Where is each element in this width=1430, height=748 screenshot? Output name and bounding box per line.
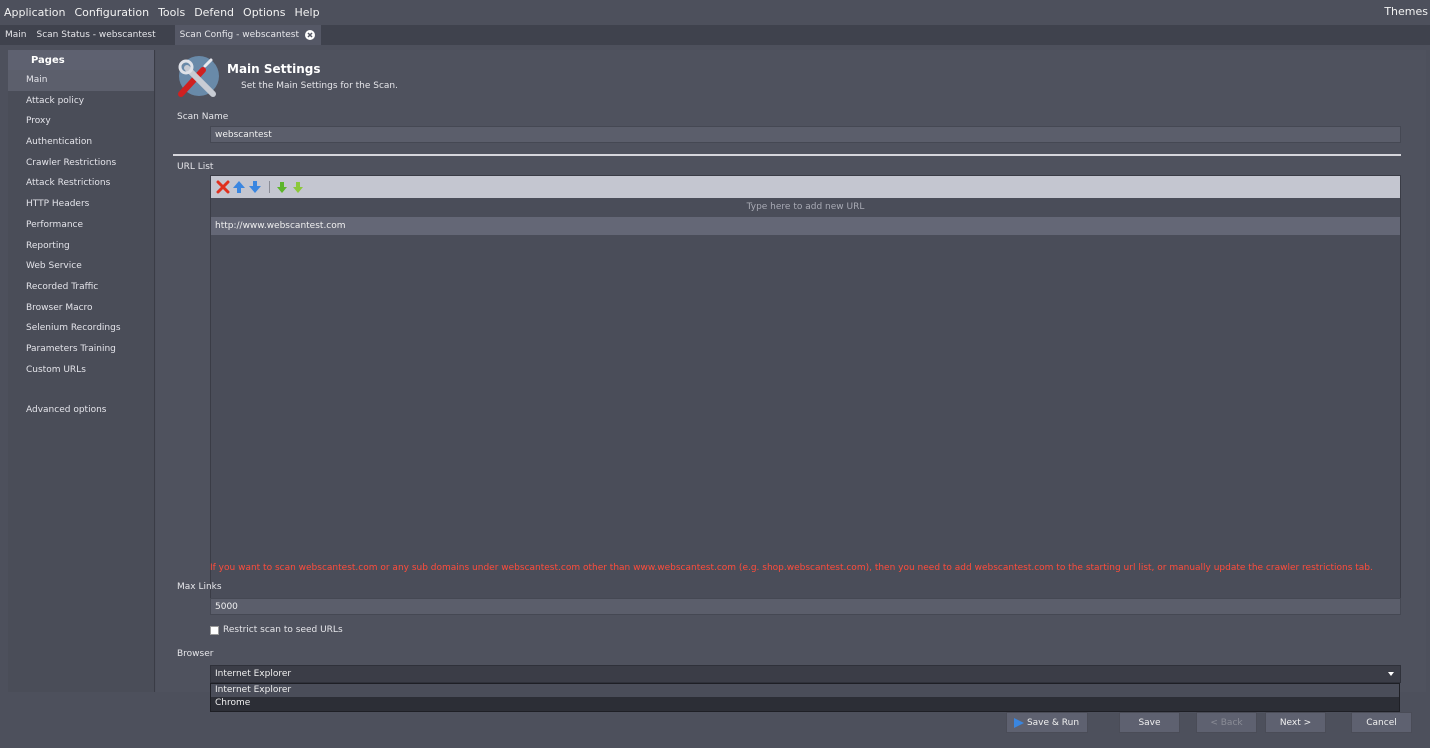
wrench-screwdriver-icon bbox=[173, 54, 221, 100]
delete-icon[interactable] bbox=[216, 180, 230, 194]
pages-sidebar: Pages Main Attack policy Proxy Authentic… bbox=[8, 50, 155, 692]
crawler-warning: If you want to scan webscantest.com or a… bbox=[210, 563, 1373, 573]
tab-strip: Main Scan Status - webscantest Scan Conf… bbox=[0, 25, 1430, 45]
sidebar-item-authentication[interactable]: Authentication bbox=[8, 132, 154, 153]
play-icon bbox=[1013, 717, 1025, 729]
move-down-icon[interactable] bbox=[248, 180, 262, 194]
save-button[interactable]: Save bbox=[1119, 712, 1180, 733]
cancel-button[interactable]: Cancel bbox=[1351, 712, 1412, 733]
import-icon[interactable] bbox=[275, 180, 289, 194]
menu-application[interactable]: Application bbox=[4, 6, 65, 19]
browser-selected-value: Internet Explorer bbox=[215, 669, 292, 679]
browser-select[interactable]: Internet Explorer bbox=[210, 665, 1401, 683]
url-list-toolbar bbox=[211, 176, 1400, 198]
sidebar-item-custom-urls[interactable]: Custom URLs bbox=[8, 360, 154, 381]
page-title: Main Settings bbox=[227, 62, 321, 76]
move-up-icon[interactable] bbox=[232, 180, 246, 194]
back-button[interactable]: < Back bbox=[1196, 712, 1257, 733]
sidebar-item-advanced-options[interactable]: Advanced options bbox=[8, 400, 154, 421]
next-button[interactable]: Next > bbox=[1265, 712, 1326, 733]
save-run-label: Save & Run bbox=[1026, 717, 1080, 728]
sidebar-item-selenium-recordings[interactable]: Selenium Recordings bbox=[8, 318, 154, 339]
divider bbox=[173, 154, 1401, 156]
sidebar-item-main[interactable]: Main bbox=[8, 70, 154, 91]
sidebar-item-performance[interactable]: Performance bbox=[8, 215, 154, 236]
max-links-label: Max Links bbox=[177, 582, 222, 592]
page-subtitle: Set the Main Settings for the Scan. bbox=[241, 81, 398, 91]
themes-menu[interactable]: Themes bbox=[1384, 5, 1428, 18]
restrict-scan-checkbox[interactable] bbox=[210, 625, 219, 635]
menu-help[interactable]: Help bbox=[294, 6, 319, 19]
tab-label: Scan Status - webscantest bbox=[36, 30, 156, 40]
sidebar-item-browser-macro[interactable]: Browser Macro bbox=[8, 298, 154, 319]
menu-bar: Application Configuration Tools Defend O… bbox=[0, 0, 1430, 24]
sidebar-item-parameters-training[interactable]: Parameters Training bbox=[8, 339, 154, 360]
scan-name-input[interactable]: webscantest bbox=[210, 126, 1401, 143]
sidebar-item-web-service[interactable]: Web Service bbox=[8, 256, 154, 277]
url-list-box: Type here to add new URL http://www.webs… bbox=[210, 175, 1401, 611]
tab-label: Scan Config - webscantest bbox=[179, 30, 299, 40]
sidebar-item-crawler-restrictions[interactable]: Crawler Restrictions bbox=[8, 153, 154, 174]
browser-label: Browser bbox=[177, 649, 214, 659]
sidebar-item-attack-policy[interactable]: Attack policy bbox=[8, 91, 154, 112]
sidebar-item-http-headers[interactable]: HTTP Headers bbox=[8, 194, 154, 215]
toolbar-separator bbox=[269, 181, 270, 193]
restrict-scan-label: Restrict scan to seed URLs bbox=[223, 625, 343, 635]
menu-defend[interactable]: Defend bbox=[194, 6, 234, 19]
new-url-input[interactable]: Type here to add new URL bbox=[211, 198, 1400, 217]
menu-tools[interactable]: Tools bbox=[158, 6, 185, 19]
tab-main[interactable]: Main bbox=[0, 25, 32, 45]
url-list-label: URL List bbox=[177, 162, 214, 172]
browser-option-chrome[interactable]: Chrome bbox=[211, 697, 1399, 710]
sidebar-item-attack-restrictions[interactable]: Attack Restrictions bbox=[8, 173, 154, 194]
menu-options[interactable]: Options bbox=[243, 6, 285, 19]
tab-scan-config[interactable]: Scan Config - webscantest bbox=[174, 25, 321, 45]
menu: Application Configuration Tools Defend O… bbox=[0, 6, 329, 19]
menu-configuration[interactable]: Configuration bbox=[74, 6, 149, 19]
chevron-down-icon bbox=[1387, 670, 1395, 678]
export-icon[interactable] bbox=[291, 180, 305, 194]
main-panel: Main Settings Set the Main Settings for … bbox=[156, 50, 1426, 692]
sidebar-item-reporting[interactable]: Reporting bbox=[8, 236, 154, 257]
tab-scan-status[interactable]: Scan Status - webscantest bbox=[31, 25, 161, 45]
close-icon[interactable] bbox=[304, 30, 315, 40]
sidebar-item-recorded-traffic[interactable]: Recorded Traffic bbox=[8, 277, 154, 298]
restrict-scan-row: Restrict scan to seed URLs bbox=[210, 625, 343, 635]
url-list-item[interactable]: http://www.webscantest.com bbox=[211, 217, 1400, 235]
sidebar-header: Pages bbox=[8, 50, 154, 70]
max-links-input[interactable]: 5000 bbox=[210, 598, 1401, 615]
tab-label: Main bbox=[5, 30, 27, 40]
browser-option-internet-explorer[interactable]: Internet Explorer bbox=[211, 684, 1399, 697]
browser-dropdown: Internet Explorer Chrome bbox=[210, 683, 1400, 712]
sidebar-item-proxy[interactable]: Proxy bbox=[8, 111, 154, 132]
scan-name-label: Scan Name bbox=[177, 112, 229, 122]
save-run-button[interactable]: Save & Run bbox=[1006, 712, 1088, 733]
